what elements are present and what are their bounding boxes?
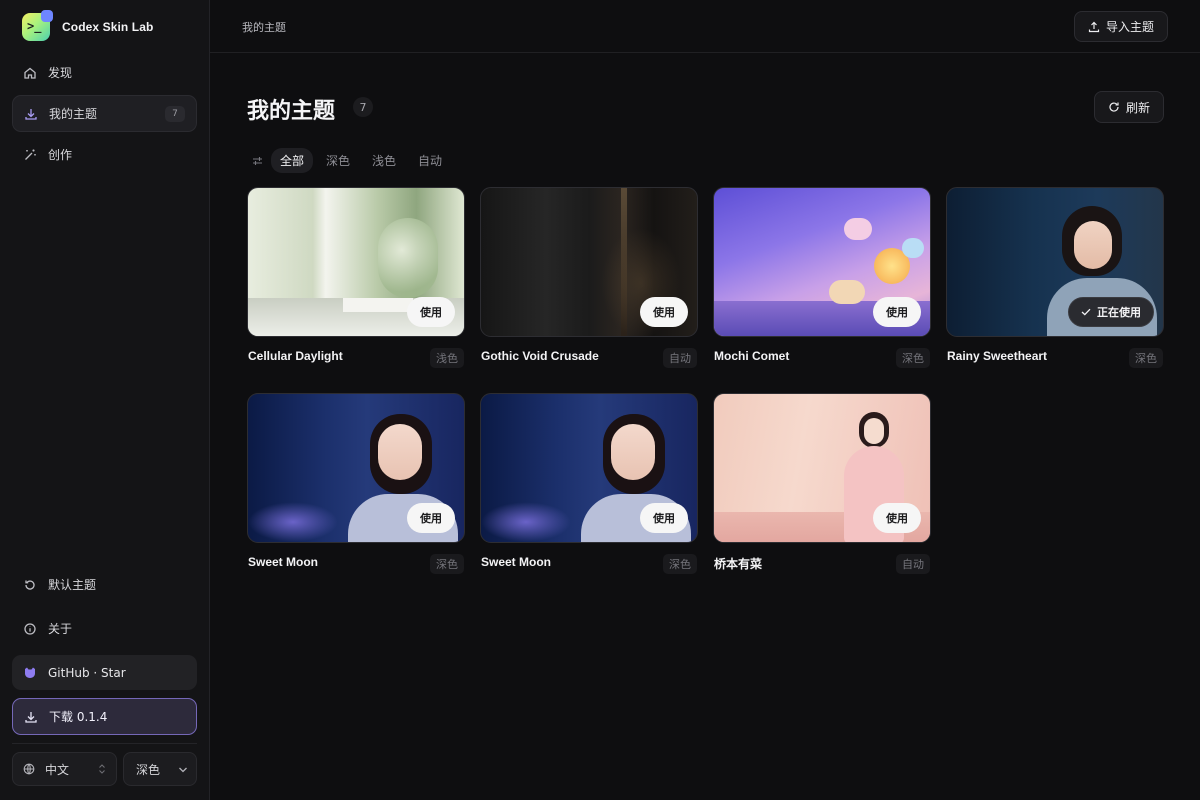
theme-mode-tag: 自动: [663, 348, 697, 368]
in-use-label: 正在使用: [1097, 306, 1141, 319]
reset-icon: [12, 578, 48, 592]
github-icon: [12, 666, 48, 680]
theme-mode-tag: 深色: [1129, 348, 1163, 368]
sidebar-item-label: 发现: [48, 66, 73, 80]
theme-mode-tag: 浅色: [430, 348, 464, 368]
theme-card[interactable]: 使用 Gothic Void Crusade 自动: [480, 187, 698, 368]
filter-dark[interactable]: 深色: [317, 148, 359, 173]
globe-icon: [13, 763, 45, 775]
theme-mode-tag: 深色: [896, 348, 930, 368]
import-theme-button[interactable]: 导入主题: [1074, 11, 1168, 42]
top-bar: 我的主题 导入主题: [210, 0, 1200, 53]
theme-mode-tag: 深色: [663, 554, 697, 574]
in-use-button[interactable]: 正在使用: [1068, 297, 1154, 327]
app-window: >_ Codex Skin Lab 发现 我的主题 7 创作 默认主题 关于 G…: [0, 0, 1200, 800]
theme-card[interactable]: 使用 Sweet Moon 深色: [247, 393, 465, 574]
chevron-down-icon: [178, 766, 188, 774]
appearance-select[interactable]: 深色: [123, 752, 197, 786]
theme-mode-tag: 自动: [896, 554, 930, 574]
sidebar-item-label: 我的主题: [49, 107, 98, 121]
sidebar-item-my-themes[interactable]: 我的主题 7: [12, 95, 197, 132]
use-theme-button[interactable]: 使用: [873, 297, 921, 327]
breadcrumb: 我的主题: [242, 21, 286, 34]
theme-name: Rainy Sweetheart: [947, 349, 1048, 363]
filter-auto[interactable]: 自动: [409, 148, 451, 173]
theme-preview-image: 正在使用: [946, 187, 1164, 337]
use-theme-button[interactable]: 使用: [407, 297, 455, 327]
about-label: 关于: [48, 622, 73, 636]
refresh-icon: [1108, 101, 1120, 113]
use-label: 使用: [886, 306, 908, 319]
filter-all[interactable]: 全部: [271, 148, 314, 173]
download-app-button[interactable]: 下载 0.1.4: [12, 698, 197, 735]
sidebar: >_ Codex Skin Lab 发现 我的主题 7 创作 默认主题 关于 G…: [0, 0, 210, 800]
app-name: Codex Skin Lab: [62, 20, 154, 34]
about-button[interactable]: 关于: [12, 610, 197, 647]
language-select[interactable]: 中文: [12, 752, 117, 786]
theme-preview-image: 使用: [713, 393, 931, 543]
theme-name: Gothic Void Crusade: [481, 349, 599, 363]
appearance-value: 深色: [136, 762, 161, 777]
use-label: 使用: [420, 512, 442, 525]
theme-name: Sweet Moon: [248, 555, 319, 569]
use-label: 使用: [886, 512, 908, 525]
import-label: 导入主题: [1105, 20, 1154, 34]
home-icon: [12, 66, 48, 80]
info-icon: [12, 622, 48, 636]
divider: [12, 743, 197, 744]
refresh-label: 刷新: [1125, 100, 1150, 115]
theme-preview-image: 使用: [480, 393, 698, 543]
theme-name: Sweet Moon: [481, 555, 552, 569]
default-theme-label: 默认主题: [48, 578, 97, 592]
default-theme-button[interactable]: 默认主题: [12, 566, 197, 603]
count-badge: 7: [165, 106, 185, 122]
theme-name: Mochi Comet: [714, 349, 790, 363]
theme-mode-tag: 深色: [430, 554, 464, 574]
use-theme-button[interactable]: 使用: [407, 503, 455, 533]
updown-icon: [98, 763, 106, 775]
download-icon: [13, 710, 49, 724]
github-label: GitHub · Star: [48, 665, 126, 680]
main-content: 我的主题 导入主题 我的主题 7 刷新 全部 深色 浅色 自动 使用 Cellu…: [210, 0, 1200, 800]
sidebar-item-label: 创作: [48, 148, 73, 162]
download-icon: [13, 107, 49, 121]
page-title: 我的主题: [247, 99, 336, 124]
filter-light[interactable]: 浅色: [363, 148, 405, 173]
upload-icon: [1088, 21, 1100, 33]
app-logo: >_: [22, 10, 53, 41]
use-theme-button[interactable]: 使用: [873, 503, 921, 533]
magic-wand-icon: [12, 148, 48, 162]
theme-card[interactable]: 使用 Sweet Moon 深色: [480, 393, 698, 574]
use-theme-button[interactable]: 使用: [640, 503, 688, 533]
theme-card[interactable]: 使用 Mochi Comet 深色: [713, 187, 931, 368]
filter-bar: 全部 深色 浅色 自动: [247, 148, 451, 173]
github-star-button[interactable]: GitHub · Star: [12, 655, 197, 690]
theme-preview-image: 使用: [247, 187, 465, 337]
sidebar-item-discover[interactable]: 发现: [12, 54, 197, 91]
theme-preview-image: 使用: [480, 187, 698, 337]
use-label: 使用: [653, 512, 675, 525]
theme-card[interactable]: 正在使用 Rainy Sweetheart 深色: [946, 187, 1164, 368]
filter-icon: [247, 156, 267, 166]
use-label: 使用: [420, 306, 442, 319]
theme-count-badge: 7: [353, 97, 373, 117]
use-theme-button[interactable]: 使用: [640, 297, 688, 327]
theme-card[interactable]: 使用 桥本有菜 自动: [713, 393, 931, 574]
check-icon: [1081, 308, 1091, 316]
refresh-button[interactable]: 刷新: [1094, 91, 1164, 123]
sidebar-item-create[interactable]: 创作: [12, 136, 197, 173]
use-label: 使用: [653, 306, 675, 319]
language-value: 中文: [45, 762, 70, 777]
logo-glyph: >_: [27, 19, 42, 33]
download-label: 下载 0.1.4: [49, 710, 108, 724]
theme-preview-image: 使用: [247, 393, 465, 543]
theme-card[interactable]: 使用 Cellular Daylight 浅色: [247, 187, 465, 368]
brand: >_ Codex Skin Lab: [22, 10, 154, 41]
theme-name: 桥本有菜: [714, 557, 763, 571]
theme-preview-image: 使用: [713, 187, 931, 337]
theme-name: Cellular Daylight: [248, 349, 343, 363]
